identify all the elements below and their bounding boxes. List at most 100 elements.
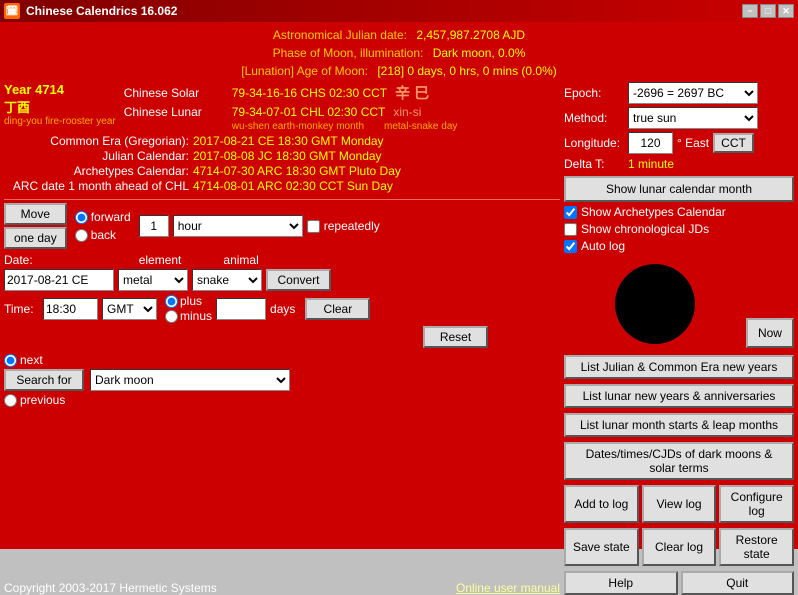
now-button[interactable]: Now — [746, 318, 794, 348]
year-chinese: 丁酉 — [4, 97, 116, 116]
method-label: Method: — [564, 111, 624, 125]
amount-input[interactable] — [139, 215, 169, 237]
julian-value: 2,457,987.2708 AJD — [416, 28, 525, 42]
show-chronological-checkbox[interactable] — [564, 223, 577, 236]
solar-value: 79-34-16-16 CHS 02:30 CCT — [232, 86, 387, 100]
element-select[interactable]: metal wood fire earth water — [118, 269, 188, 291]
next-radio[interactable] — [4, 354, 17, 367]
julian-cal-value: 2017-08-08 JC 18:30 GMT Monday — [193, 149, 382, 163]
forward-label: forward — [91, 210, 131, 224]
previous-radio[interactable] — [4, 394, 17, 407]
plus-radio[interactable] — [165, 295, 178, 308]
main-content: Astronomical Julian date: 2,457,987.2708… — [0, 22, 798, 549]
save-state-button[interactable]: Save state — [564, 528, 639, 566]
lunar-value: 79-34-07-01 CHL 02:30 CCT — [232, 105, 386, 119]
one-day-button[interactable]: one day — [4, 227, 67, 249]
footer: Copyright 2003-2017 Hermetic Systems Onl… — [4, 577, 560, 595]
epoch-label: Epoch: — [564, 86, 624, 100]
previous-label: previous — [20, 393, 65, 407]
cct-button[interactable]: CCT — [713, 133, 754, 153]
year-sub: ding-you fire-rooster year — [4, 116, 116, 127]
lunar-sub2: metal-snake day — [384, 121, 457, 132]
lunation-value: [218] 0 days, 0 hrs, 0 mins (0.0%) — [377, 64, 556, 78]
time-label: Time: — [4, 302, 39, 316]
auto-log-checkbox[interactable] — [564, 240, 577, 253]
repeatedly-checkbox[interactable] — [307, 220, 320, 233]
unit-select[interactable]: hour day week month year — [173, 215, 303, 237]
archetypes-value: 4714-07-30 ARC 18:30 GMT Pluto Day — [193, 164, 401, 178]
phase-value: Dark moon, 0.0% — [433, 46, 526, 60]
auto-log-label: Auto log — [581, 239, 625, 253]
delta-t-value: 1 minute — [628, 157, 674, 171]
archetypes-label: Archetypes Calendar: — [4, 164, 189, 178]
common-value: 2017-08-21 CE 18:30 GMT Monday — [193, 134, 384, 148]
minus-label: minus — [180, 309, 212, 323]
show-archetypes-checkbox[interactable] — [564, 206, 577, 219]
back-radio[interactable] — [75, 229, 88, 242]
configure-log-button[interactable]: Configure log — [719, 485, 794, 523]
app-title: Chinese Calendrics 16.062 — [26, 4, 742, 18]
convert-button[interactable]: Convert — [266, 269, 331, 291]
body-area: Year 4714 丁酉 ding-you fire-rooster year … — [4, 82, 794, 595]
lunar-extra: xin-si — [393, 105, 421, 119]
left-panel: Year 4714 丁酉 ding-you fire-rooster year … — [4, 82, 560, 595]
top-info-bar: Astronomical Julian date: 2,457,987.2708… — [4, 26, 794, 80]
list-julian-button[interactable]: List Julian & Common Era new years — [564, 355, 794, 379]
next-label: next — [20, 353, 43, 367]
time-input[interactable] — [43, 298, 98, 320]
days-input[interactable] — [216, 298, 266, 320]
view-log-button[interactable]: View log — [642, 485, 717, 523]
element-form-label: element — [139, 253, 182, 267]
lunation-label: [Lunation] Age of Moon: — [241, 64, 368, 78]
dates-dark-button[interactable]: Dates/times/CJDs of dark moons & solar t… — [564, 442, 794, 480]
timezone-select[interactable]: GMT CCT — [102, 298, 157, 320]
reset-button[interactable]: Reset — [423, 326, 488, 348]
clear-button[interactable]: Clear — [305, 298, 370, 320]
list-lunar-month-button[interactable]: List lunar month starts & leap months — [564, 413, 794, 437]
east-label: ° East — [677, 136, 709, 150]
quit-button[interactable]: Quit — [681, 571, 795, 595]
minimize-button[interactable]: − — [742, 4, 758, 18]
delta-t-label: Delta T: — [564, 157, 624, 171]
search-for-button[interactable]: Search for — [4, 369, 84, 391]
epoch-select[interactable]: -2696 = 2697 BC — [628, 82, 758, 104]
animal-form-label: animal — [223, 253, 258, 267]
back-label: back — [91, 228, 116, 242]
year-label: Year 4714 — [4, 82, 116, 97]
move-button[interactable]: Move — [4, 203, 67, 225]
lunar-sub1: wu-shen earth-monkey month — [232, 121, 364, 132]
window-controls: − □ ✕ — [742, 4, 794, 18]
moon-display — [615, 264, 695, 344]
method-select[interactable]: true sun mean sun — [628, 107, 758, 129]
arc-value: 4714-08-01 ARC 02:30 CCT Sun Day — [193, 179, 393, 193]
solar-extra: 辛 巳 — [395, 82, 429, 103]
title-bar: 🗓 Chinese Calendrics 16.062 − □ ✕ — [0, 0, 798, 22]
clear-log-button[interactable]: Clear log — [642, 528, 717, 566]
era-section: Common Era (Gregorian): 2017-08-21 CE 18… — [4, 134, 560, 194]
copyright: Copyright 2003-2017 Hermetic Systems — [4, 581, 217, 595]
date-form-label: Date: — [4, 253, 33, 267]
longitude-label: Longitude: — [564, 136, 624, 150]
show-lunar-button[interactable]: Show lunar calendar month — [564, 176, 794, 202]
plus-label: plus — [180, 294, 202, 308]
dark-moon-select[interactable]: Dark moon Full moon Sunrise Sunset — [90, 369, 290, 391]
online-manual-link[interactable]: Online user manual — [456, 581, 560, 595]
show-chronological-label: Show chronological JDs — [581, 222, 709, 236]
restore-state-button[interactable]: Restore state — [719, 528, 794, 566]
days-label: days — [270, 302, 295, 316]
minus-radio[interactable] — [165, 310, 178, 323]
solar-label: Chinese Solar — [124, 86, 224, 100]
forward-radio[interactable] — [75, 211, 88, 224]
help-button[interactable]: Help — [564, 571, 678, 595]
app-icon: 🗓 — [4, 3, 20, 19]
common-label: Common Era (Gregorian): — [4, 134, 189, 148]
list-lunar-button[interactable]: List lunar new years & anniversaries — [564, 384, 794, 408]
add-to-log-button[interactable]: Add to log — [564, 485, 639, 523]
arc-label: ARC date 1 month ahead of CHL — [4, 179, 189, 193]
close-button[interactable]: ✕ — [778, 4, 794, 18]
phase-label: Phase of Moon, illumination: — [273, 46, 424, 60]
longitude-input[interactable] — [628, 132, 673, 154]
animal-select[interactable]: snake rat ox tiger rabbit dragon horse g… — [192, 269, 262, 291]
date-input[interactable] — [4, 269, 114, 291]
maximize-button[interactable]: □ — [760, 4, 776, 18]
